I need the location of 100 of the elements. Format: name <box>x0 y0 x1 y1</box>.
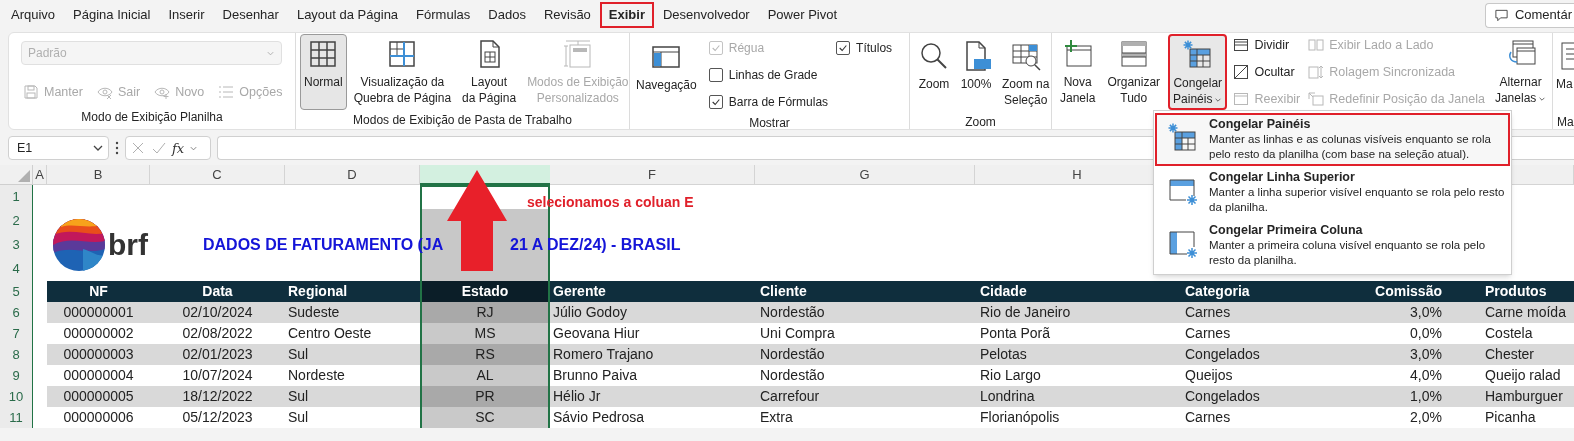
checkbox-label: Barra de Fórmulas <box>728 94 829 111</box>
column-heading: Gerente <box>550 281 755 302</box>
ribbon-tab[interactable]: Arquivo <box>2 2 65 28</box>
table-cell: Júlio Godoy <box>550 302 755 323</box>
table-cell: RJ <box>420 302 550 323</box>
table-cell: Congelados <box>1180 386 1340 407</box>
column-heading: Regional <box>285 281 420 302</box>
group-label: Modos de Exibição de Pasta de Trabalho <box>353 113 572 127</box>
ribbon-button[interactable]: Nova Janela <box>1056 34 1100 110</box>
row-number[interactable]: 9 <box>0 365 33 386</box>
checkbox-label: Linhas de Grade <box>728 67 818 84</box>
row-number[interactable]: 5 <box>0 281 33 302</box>
table-cell: Chester <box>1480 344 1574 365</box>
ribbon-button[interactable]: Navegação <box>632 37 701 113</box>
table-cell: 18/12/2022 <box>150 386 285 407</box>
logo-text: brf <box>108 230 148 260</box>
ribbon-tab[interactable]: Revisão <box>534 2 600 28</box>
table-cell: Rio de Janeiro <box>975 302 1180 323</box>
menu-item[interactable]: Congelar Primeira Coluna Manter a primeira coluna visível enquanto se rola pelo resto da planilha. <box>1155 219 1510 272</box>
table-cell: Londrina <box>975 386 1180 407</box>
column-header[interactable]: C <box>150 165 285 185</box>
ribbon-tab[interactable]: Exibir <box>599 2 654 28</box>
row-number[interactable]: 8 <box>0 344 33 365</box>
ribbon-button[interactable]: Alternar Janelas <box>1490 34 1551 110</box>
row-number[interactable]: 7 <box>0 323 33 344</box>
group-label: Ma <box>1557 115 1574 129</box>
ribbon-tab[interactable]: Página Inicial <box>64 2 160 28</box>
table-cell: Hélio Jr <box>550 386 755 407</box>
table-cell: Romero Trajano <box>550 344 755 365</box>
row-number[interactable]: 6 <box>0 302 33 323</box>
table-cell: 000000003 <box>47 344 150 365</box>
table-cell: 3,0% <box>1340 344 1480 365</box>
ribbon-tab[interactable]: Desenvolvedor <box>653 2 759 28</box>
ribbon-tab[interactable]: Power Pivot <box>758 2 847 28</box>
group-label: Mostrar <box>749 116 790 129</box>
ribbon-tab[interactable]: Layout da Página <box>287 2 408 28</box>
ribbon-tab[interactable]: Inserir <box>159 2 214 28</box>
table-cell: Congelados <box>1180 344 1340 365</box>
table-cell: AL <box>420 365 550 386</box>
ribbon-button[interactable]: Congelar Painéis <box>1168 34 1228 110</box>
column-header[interactable]: D <box>285 165 420 185</box>
table-cell: 3,0% <box>1340 302 1480 323</box>
row-number[interactable]: 4 <box>0 257 33 281</box>
table-cell: Hamburguer <box>1480 386 1574 407</box>
row-number[interactable]: 3 <box>0 233 33 257</box>
row-number[interactable]: 1 <box>0 185 33 209</box>
column-heading: Categoria <box>1180 281 1340 302</box>
row-number[interactable]: 10 <box>0 386 33 407</box>
table-cell: 02/01/2023 <box>150 344 285 365</box>
table-cell: Sudeste <box>285 302 420 323</box>
ribbon-button[interactable]: Ocultar <box>1231 61 1303 83</box>
column-heading: Produtos <box>1480 281 1574 302</box>
ribbon-button[interactable]: Zoom <box>914 36 954 112</box>
table-cell: SC <box>420 407 550 428</box>
group-label: Zoom <box>965 115 996 129</box>
table-cell: Carnes <box>1180 302 1340 323</box>
table-cell: 000000001 <box>47 302 150 323</box>
table-cell: RS <box>420 344 550 365</box>
ribbon-button[interactable]: Normal <box>300 34 347 110</box>
table-cell: Nordestão <box>755 344 975 365</box>
menu-item[interactable]: Congelar Painéis Manter as linhas e as colunas visíveis enquanto se rola pelo resto da planilha (com base na seleção atual). <box>1155 113 1510 166</box>
table-cell: Carne moída <box>1480 302 1574 323</box>
row-number[interactable]: 11 <box>0 407 33 428</box>
column-heading: Cliente <box>755 281 975 302</box>
name-box[interactable]: E1 <box>8 136 109 160</box>
ribbon-button[interactable]: 100% <box>956 36 996 112</box>
column-heading: Estado <box>420 281 550 302</box>
table-cell: Nordestão <box>755 302 975 323</box>
column-header[interactable]: A <box>33 165 47 185</box>
table-cell: Carrefour <box>755 386 975 407</box>
ribbon-tab[interactable]: Fórmulas <box>407 2 480 28</box>
column-header[interactable]: G <box>755 165 975 185</box>
row-number[interactable]: 2 <box>0 209 33 233</box>
ribbon-tab[interactable]: Desenhar <box>213 2 288 28</box>
table-cell: 000000005 <box>47 386 150 407</box>
column-heading: Cidade <box>975 281 1180 302</box>
table-cell: Sul <box>285 344 420 365</box>
table-cell: Sul <box>285 386 420 407</box>
ribbon-button[interactable]: Zoom na Seleção <box>998 36 1054 112</box>
ribbon-tab[interactable]: Dados <box>479 2 535 28</box>
ribbon-button[interactable]: Dividir <box>1231 34 1303 56</box>
table-cell: PR <box>420 386 550 407</box>
checkbox-label: Régua <box>728 40 765 57</box>
table-cell: Pelotas <box>975 344 1180 365</box>
table-cell: 02/10/2024 <box>150 302 285 323</box>
ribbon-button[interactable]: Visualização da Quebra de Página <box>349 34 456 110</box>
column-heading: Comissão <box>1340 281 1480 302</box>
column-header[interactable]: B <box>47 165 150 185</box>
ribbon-button[interactable]: Layout da Página <box>458 34 521 110</box>
column-heading: NF <box>47 281 150 302</box>
column-heading: Data <box>150 281 285 302</box>
column-header[interactable]: F <box>550 165 755 185</box>
table-cell: MS <box>420 323 550 344</box>
table-cell: 1,0% <box>1340 386 1480 407</box>
ribbon-button[interactable]: Organizar Tudo <box>1103 34 1165 110</box>
ribbon-button[interactable]: Ma <box>1554 36 1574 112</box>
comments-button[interactable]: Comentár <box>1484 2 1574 28</box>
insert-function-button[interactable]: fx <box>172 141 185 155</box>
group-label: Modo de Exibição Planilha <box>81 110 223 124</box>
checkbox-label: Títulos <box>856 40 893 57</box>
